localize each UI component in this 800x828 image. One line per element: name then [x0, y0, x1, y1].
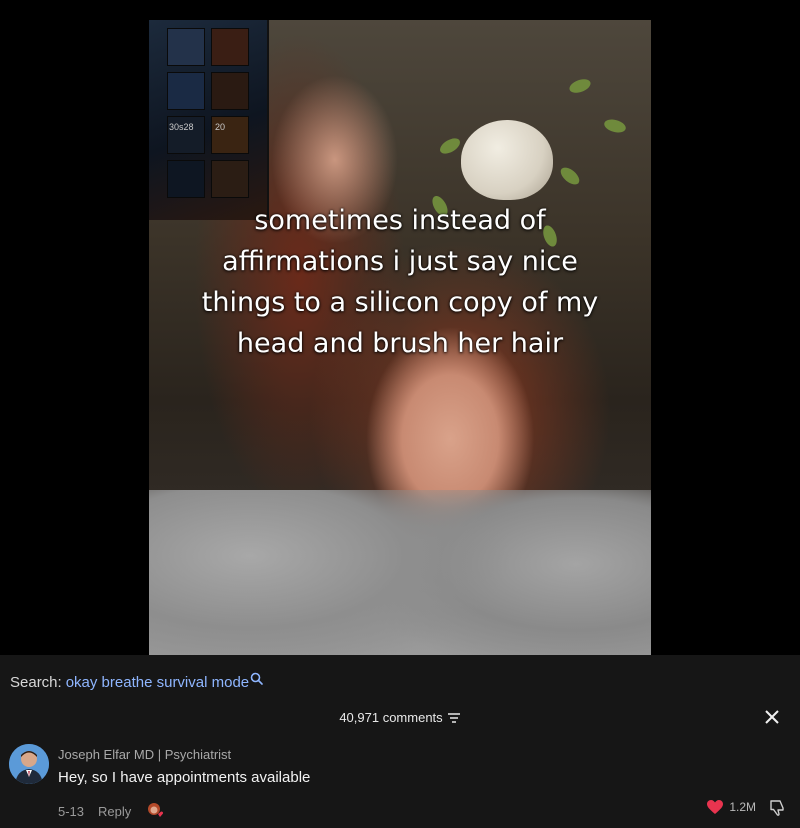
video-frame[interactable]: 30s28 20 sometimes instead of affirmatio… [149, 20, 651, 655]
comment-text: Hey, so I have appointments available [58, 769, 311, 786]
poster-text: 30s28 [169, 122, 194, 132]
like-count: 1.2M [729, 800, 756, 814]
creator-liked-avatar-icon [145, 801, 165, 821]
search-query-link[interactable]: okay breathe survival mode [66, 674, 249, 691]
heart-icon[interactable] [706, 799, 724, 815]
search-suggestion[interactable]: Search: okay breathe survival mode [10, 672, 264, 691]
comment-meta: 5-13 Reply [58, 801, 165, 821]
reply-button[interactable]: Reply [98, 804, 131, 819]
comment-date: 5-13 [58, 803, 85, 819]
search-icon[interactable] [250, 672, 264, 686]
filter-icon[interactable] [447, 712, 461, 724]
comments-header: 40,971 comments [0, 710, 800, 725]
close-icon[interactable] [762, 707, 782, 727]
comments-count: 40,971 comments [339, 710, 443, 725]
wall-poster: 30s28 20 [149, 20, 269, 220]
comments-panel: Search: okay breathe survival mode 40,97… [0, 655, 800, 828]
blanket [149, 490, 651, 655]
like-button[interactable]: 1.2M [706, 799, 756, 815]
hanging-plant [461, 120, 553, 200]
search-label: Search: [10, 674, 62, 691]
avatar[interactable] [9, 744, 49, 784]
thumbs-down-icon[interactable] [768, 799, 786, 817]
video-caption: sometimes instead of affirmations i just… [201, 205, 599, 359]
comment-author[interactable]: Joseph Elfar MD | Psychiatrist [58, 747, 231, 762]
poster-text-2: 20 [215, 122, 226, 132]
